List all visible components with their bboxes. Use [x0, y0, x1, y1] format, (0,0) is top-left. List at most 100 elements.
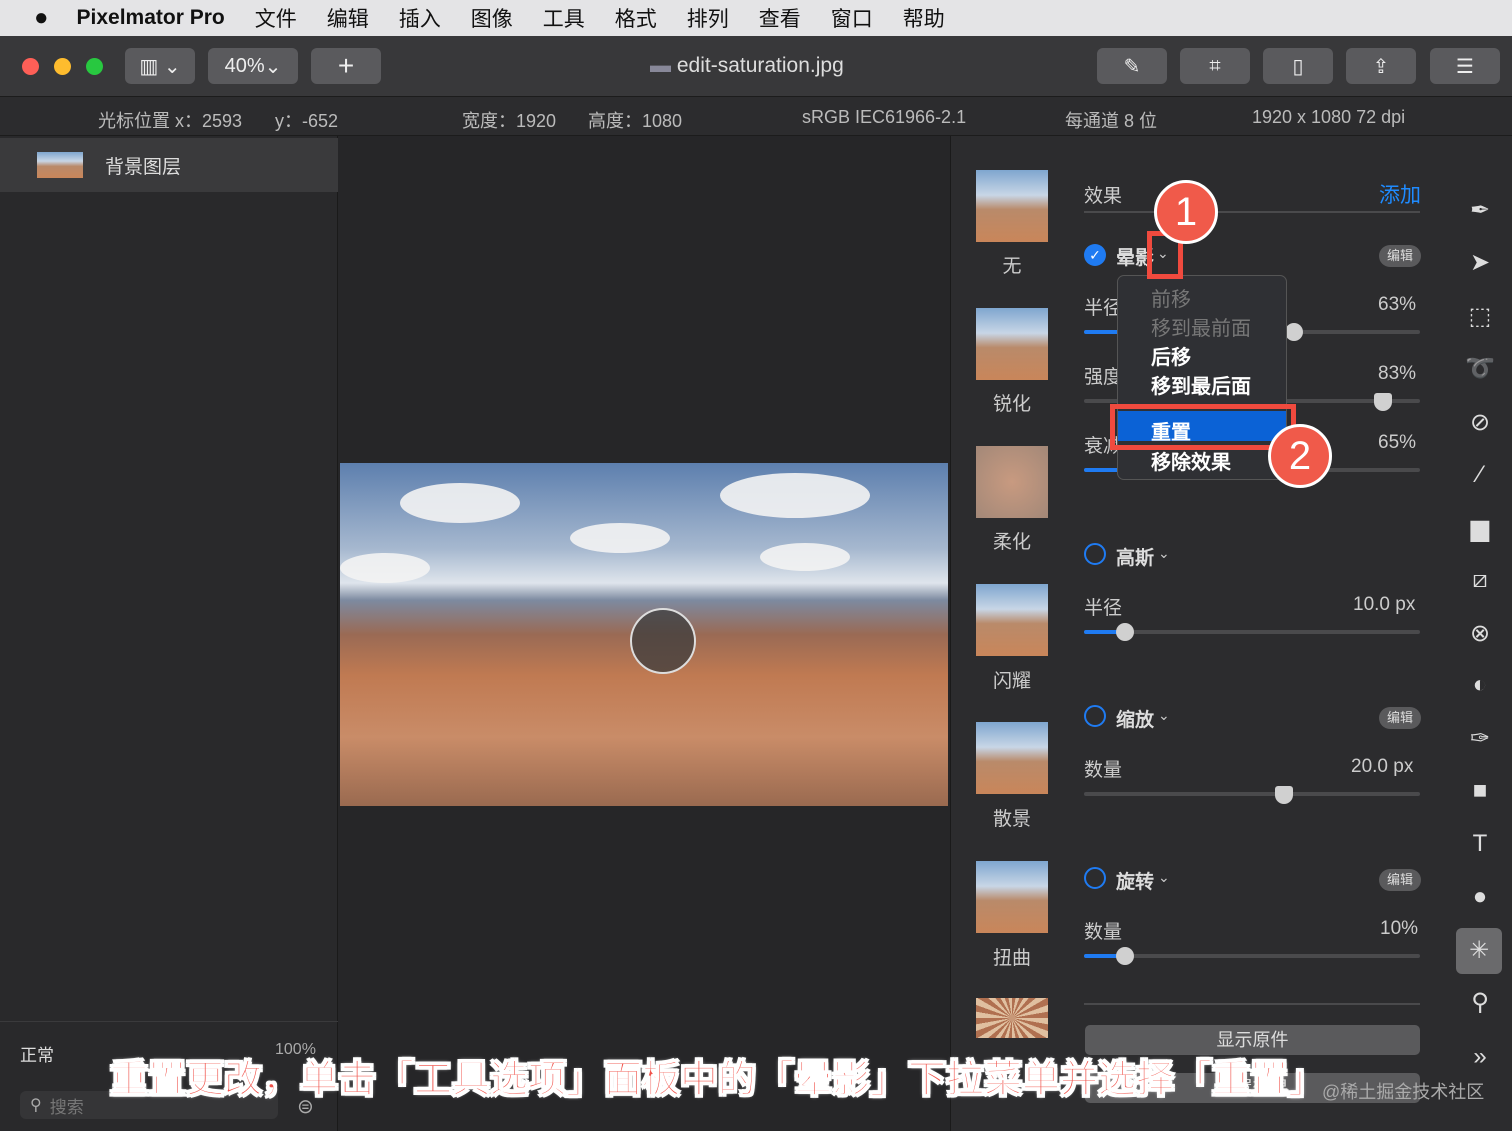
cursor-x: 光标位置 x：2593 — [98, 111, 243, 131]
share-button[interactable]: ⇪ — [1346, 48, 1416, 84]
menu-view[interactable]: 查看 — [759, 3, 801, 33]
minimize-button[interactable] — [54, 58, 71, 75]
menu-item-bring-forward[interactable]: 前移 — [1151, 283, 1191, 312]
gaussian-checkbox[interactable] — [1084, 543, 1106, 565]
add-effect-button[interactable]: 添加 — [1379, 179, 1421, 209]
menu-format[interactable]: 格式 — [615, 3, 657, 33]
selection-tool-icon[interactable]: ⬚ — [1465, 302, 1495, 332]
layer-row[interactable]: 背景图层 — [0, 138, 338, 192]
menu-help[interactable]: 帮助 — [903, 3, 945, 33]
menu-item-send-backward[interactable]: 后移 — [1151, 341, 1191, 370]
color-adjust-icon[interactable]: ● — [1465, 883, 1495, 913]
zoom-tool-icon[interactable]: ⚲ — [1465, 988, 1495, 1018]
zoom-select[interactable]: 40% ⌄ — [208, 48, 298, 84]
param-value: 63% — [1378, 294, 1417, 315]
vignette-checkbox[interactable]: ✓ — [1084, 244, 1106, 266]
twirl-checkbox[interactable] — [1084, 867, 1106, 889]
slider-knob[interactable] — [1285, 323, 1303, 341]
add-button[interactable]: + — [311, 48, 381, 84]
more-tools-icon[interactable]: » — [1465, 1043, 1495, 1073]
slider-knob[interactable] — [1116, 623, 1134, 641]
image-size: 1920 x 1080 72 dpi — [1252, 107, 1406, 127]
sliders-icon: ☰ — [1456, 55, 1474, 78]
pen-icon[interactable]: ✑ — [1465, 724, 1495, 754]
zoom-amount-slider[interactable] — [1084, 792, 1420, 796]
canvas-image[interactable] — [340, 463, 948, 806]
param-label: 数量 — [1084, 760, 1123, 781]
menu-window[interactable]: 窗口 — [831, 3, 873, 33]
param-label: 数量 — [1084, 922, 1123, 943]
param-value: 10.0 px — [1353, 594, 1416, 615]
twirl-edit-button[interactable]: 编辑 — [1379, 869, 1421, 891]
dodge-icon[interactable]: ◐ — [1465, 671, 1495, 701]
format-button[interactable]: ▯ — [1263, 48, 1333, 84]
plus-icon: + — [337, 50, 355, 81]
effects-icon: ✳ — [1468, 937, 1490, 964]
zoom-edit-button[interactable]: 编辑 — [1379, 707, 1421, 729]
show-original-label: 显示原件 — [1216, 1030, 1289, 1050]
blend-mode-select[interactable]: 正常 — [20, 1041, 54, 1066]
gaussian-radius-slider[interactable] — [1084, 630, 1420, 634]
preset-more[interactable] — [976, 998, 1048, 1038]
twirl-name: 旋转 — [1116, 872, 1155, 893]
lasso-tool-icon[interactable]: ➰ — [1465, 354, 1495, 384]
shape-icon[interactable]: ■ — [1465, 777, 1495, 807]
color-picker-icon[interactable]: ⊘ — [1465, 408, 1495, 438]
eraser-icon[interactable]: ⧄ — [1465, 566, 1495, 596]
apple-icon[interactable]: ● — [34, 4, 49, 32]
preset-distort[interactable] — [976, 861, 1048, 933]
close-button[interactable] — [22, 58, 39, 75]
toolbar: ▥ ⌄ 40% ⌄ + ▬ edit-saturation.jpg ✎ ⌗ ▯ ⇪… — [0, 36, 1512, 97]
vignette-handle[interactable] — [630, 608, 696, 674]
vignette-edit-button[interactable]: 编辑 — [1379, 245, 1421, 267]
param-value: 20.0 px — [1351, 756, 1414, 777]
slider-knob[interactable] — [1374, 393, 1392, 411]
color-profile: sRGB IEC61966-2.1 — [802, 107, 967, 127]
preset-label: 扭曲 — [992, 948, 1031, 969]
twirl-amount-slider[interactable] — [1084, 954, 1420, 958]
chevron-down-icon[interactable]: ⌄ — [1158, 707, 1170, 724]
gradient-icon[interactable]: ▆ — [1465, 514, 1495, 544]
style-button[interactable]: ✎ — [1097, 48, 1167, 84]
menu-insert[interactable]: 插入 — [399, 3, 441, 33]
menu-item-send-to-back[interactable]: 移到最后面 — [1151, 370, 1251, 399]
info-bar: 光标位置 x：2593 y：-652 宽度：1920 高度：1080 sRGB … — [0, 97, 1512, 136]
style-tool-icon[interactable]: ✒ — [1465, 196, 1495, 226]
menu-edit[interactable]: 编辑 — [327, 3, 369, 33]
preset-soften[interactable] — [976, 446, 1048, 518]
zoom-checkbox[interactable] — [1084, 705, 1106, 727]
preset-none[interactable] — [976, 170, 1048, 242]
preset-sharpen[interactable] — [976, 308, 1048, 380]
menu-tools[interactable]: 工具 — [543, 3, 585, 33]
brush-icon: ✎ — [1123, 55, 1141, 78]
gaussian-name: 高斯 — [1116, 548, 1155, 569]
preset-label: 闪耀 — [992, 671, 1031, 692]
menu-arrange[interactable]: 排列 — [687, 3, 729, 33]
chevron-down-icon[interactable]: ⌄ — [1158, 545, 1170, 562]
chevron-down-icon[interactable]: ⌄ — [1158, 869, 1170, 886]
slider-knob[interactable] — [1275, 786, 1293, 804]
crop-button[interactable]: ⌗ — [1180, 48, 1250, 84]
layers-sidebar: 背景图层 正常 100% ⚲ 搜索 ⊜ — [0, 136, 338, 1131]
preset-bokeh[interactable] — [976, 722, 1048, 794]
text-icon[interactable]: T — [1465, 830, 1495, 860]
menu-app[interactable]: Pixelmator Pro — [77, 6, 225, 30]
zoom-window-button[interactable] — [86, 58, 103, 75]
menu-item-bring-to-front[interactable]: 移到最前面 — [1151, 312, 1251, 341]
arrow-tool-icon[interactable]: ➤ — [1465, 248, 1495, 278]
watermark: @稀土掘金技术社区 — [1322, 1082, 1485, 1102]
bandage-icon[interactable]: ⊗ — [1465, 619, 1495, 649]
effects-tool-button[interactable]: ✳ — [1456, 928, 1502, 974]
divider — [0, 1021, 338, 1022]
adjust-button[interactable]: ☰ — [1430, 48, 1500, 84]
menu-item-remove-effect[interactable]: 移除效果 — [1151, 446, 1231, 475]
callout-2: 2 — [1268, 424, 1332, 488]
paint-brush-icon[interactable]: ⁄ — [1465, 461, 1495, 491]
preset-glow[interactable] — [976, 584, 1048, 656]
sidebar-toggle-button[interactable]: ▥ ⌄ — [125, 48, 195, 84]
slider-knob[interactable] — [1116, 947, 1134, 965]
share-icon: ⇪ — [1372, 55, 1390, 78]
menu-image[interactable]: 图像 — [471, 3, 513, 33]
crop-icon: ⌗ — [1209, 54, 1221, 77]
menu-file[interactable]: 文件 — [255, 3, 297, 33]
